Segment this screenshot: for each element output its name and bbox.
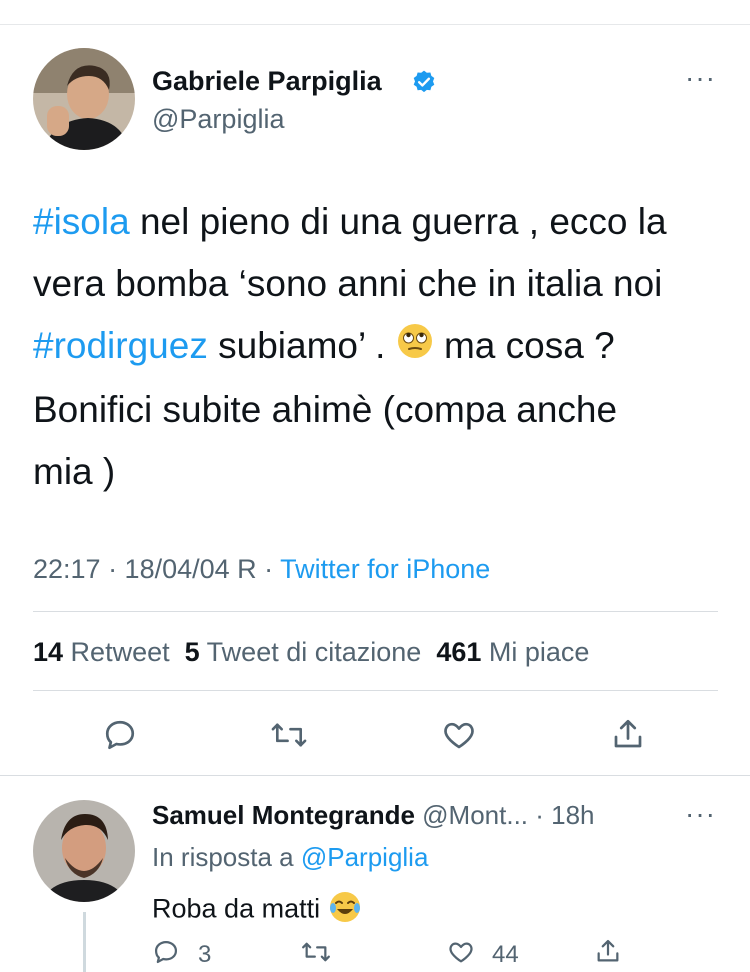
- avatar-photo: [33, 48, 135, 150]
- share-icon: [594, 939, 622, 970]
- face-with-rolling-eyes-emoji: [396, 317, 434, 379]
- reply-more-icon[interactable]: ···: [685, 798, 716, 830]
- tweet-text-segment: ma cosa ?: [433, 325, 615, 366]
- likes-label: Mi piace: [481, 637, 590, 667]
- retweet-icon: [300, 942, 332, 970]
- author-handle[interactable]: @Parpiglia: [152, 104, 284, 135]
- retweets-label: Retweet: [63, 637, 170, 667]
- reply-replies-count: 3: [198, 940, 212, 968]
- reply-like-button[interactable]: 44: [446, 938, 519, 971]
- reply-author-name[interactable]: Samuel Montegrande: [152, 800, 415, 830]
- tweet-line-5: mia ): [33, 451, 116, 493]
- reply-icon[interactable]: [102, 717, 138, 753]
- tweet-line-2: vera bomba ‘sono anni che in italia noi: [33, 263, 663, 304]
- quotes-count: 5: [184, 637, 200, 667]
- tweet-text-segment: subiamo’ .: [207, 325, 396, 366]
- reply-reply-button[interactable]: 3: [152, 938, 211, 971]
- likes-count: 461: [436, 637, 482, 667]
- tweet-line-3: #rodirguez subiamo’ . ma cosa ?: [33, 315, 723, 379]
- in-reply-handle[interactable]: @Parpiglia: [301, 842, 429, 872]
- reply-author-avatar[interactable]: [33, 800, 135, 902]
- like-icon[interactable]: [440, 717, 478, 753]
- author-avatar[interactable]: [33, 48, 135, 150]
- hashtag-isola[interactable]: #isola: [33, 201, 130, 242]
- author-name[interactable]: Gabriele Parpiglia: [152, 66, 382, 97]
- reply-thread-line: [83, 912, 86, 972]
- reply-text-body: Roba da matti: [152, 893, 328, 924]
- tweet-stats: 14 Retweet 5 Tweet di citazione 461 Mi p…: [33, 637, 589, 668]
- reply-retweet-button[interactable]: [300, 938, 332, 971]
- reply-header: Samuel Montegrande @Mont... · 18h: [152, 800, 595, 831]
- divider-actions: [0, 775, 750, 776]
- tears-of-joy-emoji: [328, 890, 362, 931]
- reply-icon: [152, 938, 180, 971]
- tweet-line-1: #isola nel pieno di una guerra , ecco la: [33, 191, 723, 253]
- share-icon[interactable]: [610, 715, 646, 753]
- tweet-text: #isola nel pieno di una guerra , ecco la…: [33, 191, 723, 503]
- top-divider: [0, 24, 750, 25]
- retweets-stat[interactable]: 14 Retweet: [33, 637, 170, 667]
- quotes-stat[interactable]: 5 Tweet di citazione: [185, 637, 422, 667]
- reply-text: Roba da matti: [152, 890, 362, 931]
- in-reply-to: In risposta a @Parpiglia: [152, 842, 428, 873]
- divider-stats: [33, 690, 718, 691]
- reply-share-button[interactable]: [594, 936, 622, 971]
- tweet-meta: 22:17 · 18/04/04 R · Twitter for iPhone: [33, 554, 490, 585]
- retweet-icon[interactable]: [270, 717, 308, 753]
- quotes-label: Tweet di citazione: [199, 637, 422, 667]
- divider-meta: [33, 611, 718, 612]
- more-icon[interactable]: ···: [685, 62, 716, 94]
- tweet-text-segment: nel pieno di una guerra , ecco la: [129, 201, 667, 242]
- like-icon: [446, 938, 476, 971]
- tweet-timestamp[interactable]: 22:17 · 18/04/04 R ·: [33, 554, 280, 584]
- tweet-line-4: Bonifici subite ahimè (compa anche: [33, 389, 618, 431]
- tweet-source[interactable]: Twitter for iPhone: [280, 554, 490, 584]
- verified-badge-icon: [411, 69, 437, 100]
- reply-age[interactable]: · 18h: [528, 800, 594, 830]
- in-reply-prefix: In risposta a: [152, 842, 301, 872]
- retweets-count: 14: [33, 637, 64, 667]
- reply-avatar-photo: [33, 800, 135, 902]
- reply-likes-count: 44: [492, 940, 519, 968]
- likes-stat[interactable]: 461 Mi piace: [436, 637, 589, 667]
- reply-author-handle[interactable]: @Mont...: [415, 800, 528, 830]
- hashtag-rodirguez[interactable]: #rodirguez: [33, 325, 208, 366]
